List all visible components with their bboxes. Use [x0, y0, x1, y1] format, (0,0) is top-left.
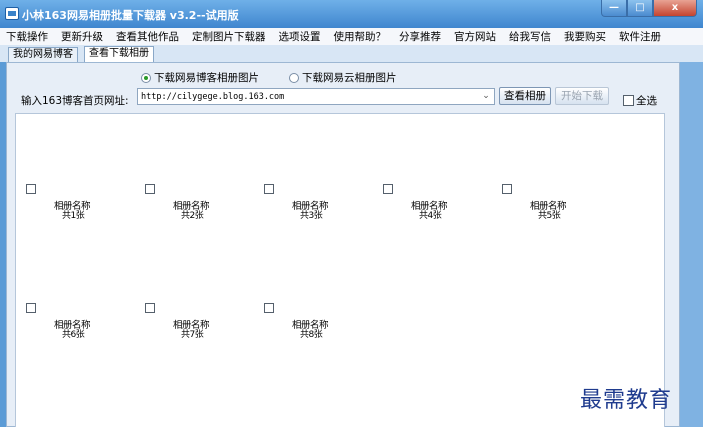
menu-write-me[interactable]: 给我写信: [509, 29, 551, 44]
album-checkbox[interactable]: [264, 184, 274, 194]
album-item[interactable]: 相册名称 共6张: [26, 303, 116, 363]
menu-other-works[interactable]: 查看其他作品: [116, 29, 179, 44]
menu-buy[interactable]: 我要购买: [564, 29, 606, 44]
menu-register[interactable]: 软件注册: [619, 29, 661, 44]
title-bar[interactable]: 小林163网易相册批量下载器 v3.2--试用版 — □ x: [0, 0, 703, 28]
source-options: 下载网易博客相册图片 下载网易云相册图片: [141, 70, 427, 85]
album-checkbox[interactable]: [145, 303, 155, 313]
album-checkbox[interactable]: [502, 184, 512, 194]
tab-my-blog[interactable]: 我的网易博客: [8, 47, 78, 62]
album-item[interactable]: 相册名称 共4张: [383, 184, 473, 244]
menu-official-site[interactable]: 官方网站: [454, 29, 496, 44]
select-all[interactable]: 全选: [623, 93, 657, 108]
album-item[interactable]: 相册名称 共2张: [145, 184, 235, 244]
tab-view-albums[interactable]: 查看下载相册: [84, 46, 154, 62]
select-all-label[interactable]: 全选: [636, 93, 657, 108]
window-right-edge: [680, 62, 703, 427]
menu-help[interactable]: 使用帮助？: [334, 29, 387, 44]
menu-update[interactable]: 更新升级: [61, 29, 103, 44]
album-count: 共8张: [300, 330, 323, 340]
radio-cloud-label[interactable]: 下载网易云相册图片: [302, 70, 397, 85]
window-title: 小林163网易相册批量下载器 v3.2--试用版: [22, 9, 239, 22]
download-panel: 下载网易博客相册图片 下载网易云相册图片 输入163博客首页网址: ⌄ 查看相册…: [6, 62, 680, 427]
app-window: 小林163网易相册批量下载器 v3.2--试用版 — □ x 下载操作 更新升级…: [0, 0, 703, 427]
album-checkbox[interactable]: [26, 303, 36, 313]
album-item[interactable]: 相册名称 共7张: [145, 303, 235, 363]
url-label: 输入163博客首页网址:: [21, 95, 129, 107]
album-item[interactable]: 相册名称 共3张: [264, 184, 354, 244]
album-checkbox[interactable]: [26, 184, 36, 194]
tab-bar: 我的网易博客 查看下载相册: [0, 45, 703, 62]
radio-blog-label[interactable]: 下载网易博客相册图片: [154, 70, 259, 85]
album-count: 共7张: [181, 330, 204, 340]
start-download-button[interactable]: 开始下载: [555, 87, 609, 105]
album-count: 共6张: [62, 330, 85, 340]
album-count: 共1张: [62, 211, 85, 221]
menu-custom-downloader[interactable]: 定制图片下载器: [192, 29, 266, 44]
app-icon: [5, 7, 19, 20]
album-item[interactable]: 相册名称 共8张: [264, 303, 354, 363]
menu-download[interactable]: 下载操作: [6, 29, 48, 44]
album-checkbox[interactable]: [264, 303, 274, 313]
album-grid: 相册名称 共1张 相册名称 共2张 相册名称 共3张 相册名称 共4张 相册名称: [15, 113, 665, 427]
album-count: 共3张: [300, 211, 323, 221]
window-controls: — □ x: [601, 0, 697, 18]
radio-blog[interactable]: [141, 72, 151, 83]
album-count: 共2张: [181, 211, 204, 221]
url-combobox[interactable]: ⌄: [137, 88, 495, 105]
close-button[interactable]: x: [653, 0, 697, 17]
menu-share[interactable]: 分享推荐: [399, 29, 441, 44]
menu-options[interactable]: 选项设置: [279, 29, 321, 44]
url-input[interactable]: [138, 89, 478, 104]
maximize-button[interactable]: □: [627, 0, 653, 17]
album-item[interactable]: 相册名称 共5张: [502, 184, 592, 244]
view-album-button[interactable]: 查看相册: [499, 87, 551, 105]
album-checkbox[interactable]: [383, 184, 393, 194]
menu-bar: 下载操作 更新升级 查看其他作品 定制图片下载器 选项设置 使用帮助？ 分享推荐…: [0, 28, 703, 45]
album-count: 共4张: [419, 211, 442, 221]
album-item[interactable]: 相册名称 共1张: [26, 184, 116, 244]
album-count: 共5张: [538, 211, 561, 221]
select-all-checkbox[interactable]: [623, 95, 634, 106]
watermark: 最需教育: [580, 388, 673, 413]
radio-cloud[interactable]: [289, 72, 299, 83]
chevron-down-icon[interactable]: ⌄: [478, 89, 494, 104]
album-checkbox[interactable]: [145, 184, 155, 194]
minimize-button[interactable]: —: [601, 0, 627, 17]
